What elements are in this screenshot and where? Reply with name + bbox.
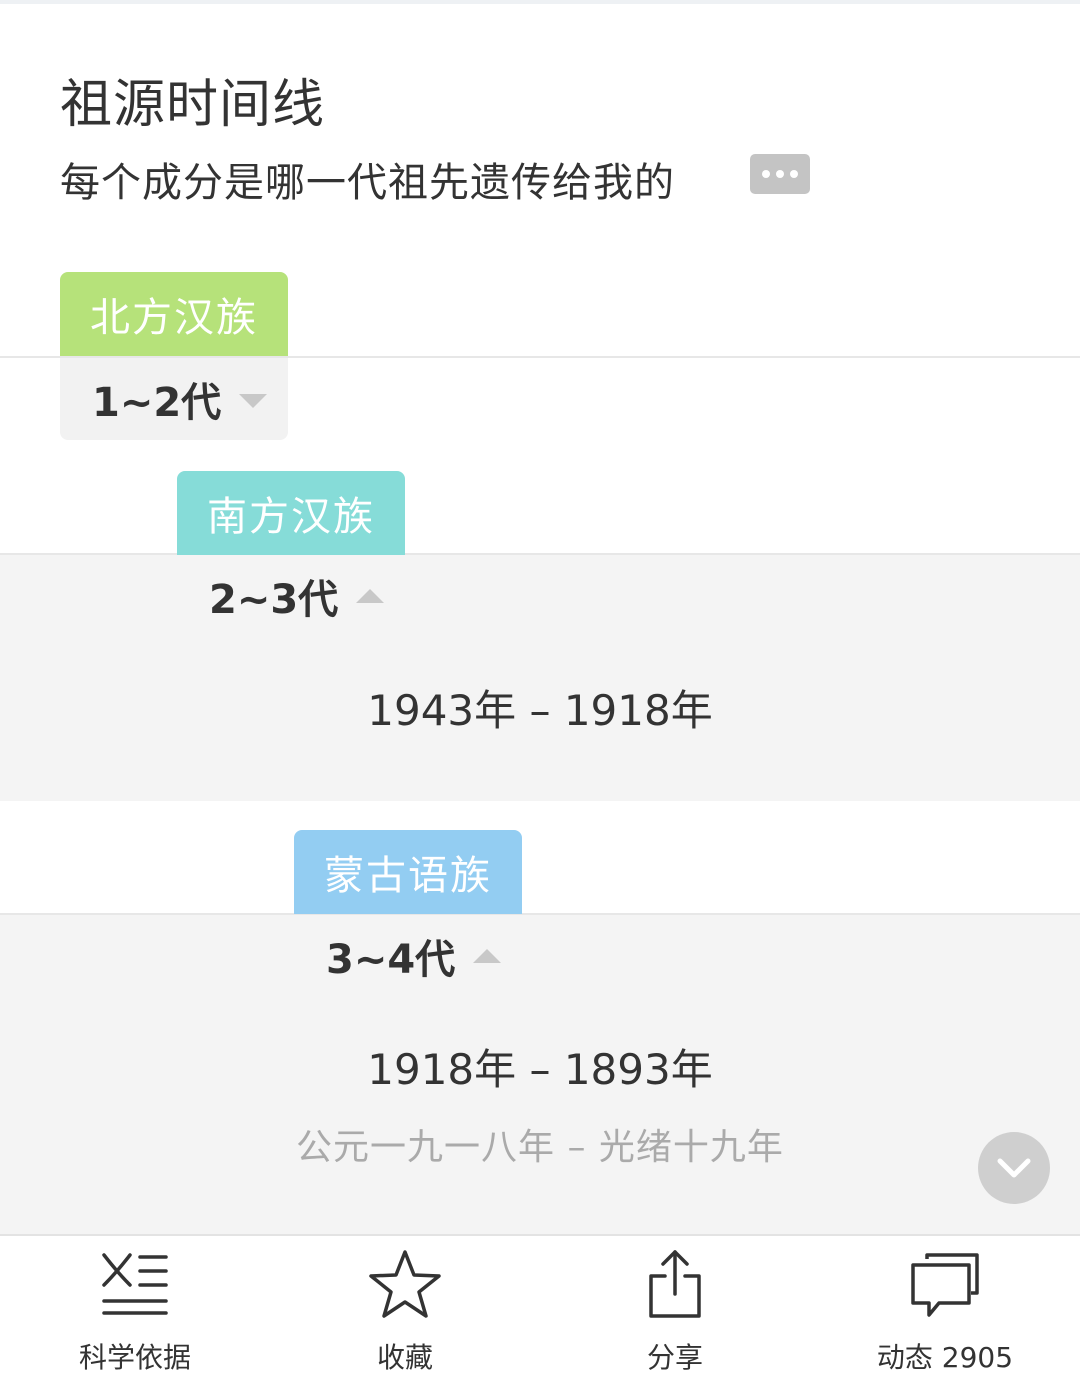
nav-label: 动态 2905: [876, 1341, 1014, 1374]
page-subtitle: 每个成分是哪一代祖先遗传给我的: [60, 160, 675, 206]
nav-share[interactable]: 分享: [540, 1236, 810, 1381]
top-divider: [0, 0, 1080, 4]
chat-icon: [911, 1253, 979, 1317]
ancestry-tag: 蒙古语族: [294, 830, 522, 914]
ancestry-tag: 南方汉族: [177, 471, 405, 555]
nav-label: 收藏: [376, 1341, 433, 1374]
nav-label: 科学依据: [78, 1341, 191, 1374]
dna-icon: [102, 1253, 168, 1315]
nav-activity[interactable]: 动态 2905: [810, 1236, 1080, 1381]
year-range: 1943年 – 1918年: [367, 686, 713, 735]
era-range: 公元一九一八年 – 光绪十九年: [296, 1127, 784, 1168]
caret-down-icon: [239, 394, 268, 408]
bottom-nav: 科学依据 收藏 分享 动态 2905: [0, 1234, 1080, 1381]
generation-label: 3~4代: [326, 937, 456, 983]
caret-up-icon: [356, 589, 385, 603]
page-title: 祖源时间线: [60, 75, 326, 135]
chevron-down-icon: [997, 1158, 1031, 1178]
star-icon: [369, 1250, 441, 1318]
generation-label: 2~3代: [209, 577, 339, 623]
caret-up-icon: [473, 949, 502, 963]
scroll-down-button[interactable]: [978, 1132, 1050, 1204]
generation-toggle[interactable]: 1~2代: [60, 358, 288, 440]
generation-label: 1~2代: [92, 380, 222, 426]
nav-science-basis[interactable]: 科学依据: [0, 1236, 270, 1381]
ancestry-tag: 北方汉族: [60, 272, 288, 356]
generation-toggle[interactable]: 2~3代: [209, 555, 385, 637]
generation-toggle[interactable]: 3~4代: [326, 915, 502, 997]
nav-favorite[interactable]: 收藏: [270, 1236, 540, 1381]
nav-label: 分享: [646, 1341, 703, 1374]
share-icon: [649, 1250, 701, 1318]
more-icon[interactable]: [750, 154, 810, 194]
year-range: 1918年 – 1893年: [367, 1045, 713, 1094]
